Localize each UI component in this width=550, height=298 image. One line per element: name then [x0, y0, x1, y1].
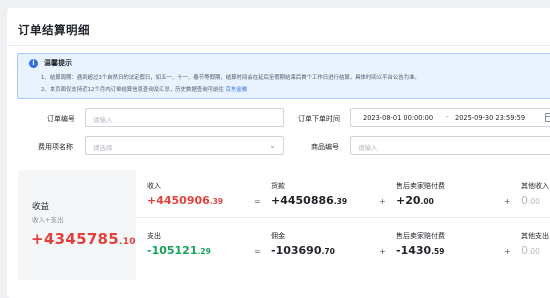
summary-total-block: 收益 收入+支出 +4345785.10 — [18, 170, 136, 280]
order-time-label: 订单下单时间 — [298, 115, 340, 123]
income-equals: = — [254, 197, 261, 206]
expense-after-sale-int: -1430 — [396, 244, 432, 257]
order-time-start[interactable]: 2023-08-01 00:00:00 — [363, 114, 433, 122]
page-title: 订单结算明细 — [18, 23, 90, 37]
goods-value: +4450886.39 — [271, 194, 347, 207]
goods-value-dec: .39 — [333, 197, 348, 206]
income-after-sale-dec: .00 — [420, 197, 434, 206]
goods-label: 货款 — [271, 182, 285, 190]
order-time-end[interactable]: 2025-09-30 23:59:59 — [455, 114, 525, 122]
fee-item-placeholder: 请选择 — [93, 144, 113, 152]
notice-title: 温馨提示 — [44, 59, 72, 67]
income-after-sale-label: 售后卖家赔付费 — [396, 182, 445, 190]
other-income-label: 其他收入 — [521, 182, 549, 190]
calendar-icon[interactable] — [545, 113, 550, 122]
fee-item-select[interactable]: 请选择 ⌄ — [85, 136, 284, 155]
other-expense-value: 0.00 — [521, 244, 540, 257]
notice-banner: i 温馨提示 1、结算周期：遇到超过3个自然日的法定假日，如五一、十一、春节等假… — [17, 53, 550, 99]
income-after-sale-int: +20 — [396, 194, 421, 207]
expense-plus-2: + — [504, 247, 511, 256]
product-no-input[interactable]: 请输入 — [350, 136, 550, 155]
other-income-value: 0.00 — [521, 194, 540, 207]
product-no-placeholder: 请输入 — [358, 144, 378, 152]
income-value-dec: .39 — [209, 197, 224, 206]
other-income-dec: .00 — [528, 197, 540, 206]
summary-label: 收益 — [32, 202, 50, 212]
order-no-input[interactable]: 请输入 — [85, 108, 284, 127]
expense-plus-1: + — [379, 247, 386, 256]
expense-after-sale-label: 售后卖家赔付费 — [396, 232, 445, 240]
notice-line-2: 2、本页面仅支持近12个月内订单结算信息查询及汇总，历史数据查询可前往 京东金融 — [41, 85, 247, 93]
summary-subtitle: 收入+支出 — [32, 216, 64, 224]
other-expense-label: 其他支出 — [521, 232, 549, 240]
chevron-down-icon: ⌄ — [269, 141, 276, 150]
commission-value-dec: .70 — [321, 247, 335, 256]
order-no-label: 订单编号 — [47, 115, 75, 123]
expense-value: -105121.29 — [147, 244, 211, 257]
expense-value-int: -105121 — [147, 244, 198, 257]
summary-total-value: +4345785.10 — [31, 230, 136, 248]
product-no-label: 商品编号 — [311, 143, 339, 151]
commission-value-int: -103690 — [271, 244, 322, 257]
summary-panel: 收益 收入+支出 +4345785.10 收入 +4450906.39 = 货款… — [18, 170, 550, 280]
expense-equals: = — [254, 247, 261, 256]
summary-breakdown — [136, 170, 550, 280]
notice-line-1: 1、结算周期：遇到超过3个自然日的法定假日，如五一、十一、春节等假期，结算时间会… — [41, 75, 420, 81]
expense-value-dec: .29 — [197, 247, 211, 256]
summary-total-int: +4345785 — [31, 230, 120, 248]
expense-label: 支出 — [147, 232, 161, 240]
order-no-placeholder: 请输入 — [93, 116, 113, 124]
order-time-separator: - — [446, 113, 449, 121]
income-value-int: +4450906 — [147, 194, 210, 207]
jd-finance-link[interactable]: 京东金融 — [226, 87, 248, 93]
title-divider — [7, 45, 550, 46]
expense-after-sale-value: -1430.59 — [396, 244, 444, 257]
fee-item-label: 费用项名称 — [38, 143, 73, 151]
other-expense-int: 0 — [521, 244, 528, 257]
commission-value: -103690.70 — [271, 244, 335, 257]
other-income-int: 0 — [521, 194, 528, 207]
income-plus-1: + — [379, 197, 386, 206]
info-icon: i — [29, 59, 38, 68]
notice-line-2-text: 2、本页面仅支持近12个月内订单结算信息查询及汇总，历史数据查询可前往 — [41, 87, 224, 93]
summary-total-dec: .10 — [119, 237, 136, 247]
income-label: 收入 — [147, 182, 161, 190]
page: 订单结算明细 i 温馨提示 1、结算周期：遇到超过3个自然日的法定假日，如五一、… — [0, 0, 550, 298]
breakdown-row-divider — [136, 217, 550, 218]
expense-after-sale-dec: .59 — [431, 247, 445, 256]
income-value: +4450906.39 — [147, 194, 223, 207]
income-plus-2: + — [504, 197, 511, 206]
commission-label: 佣金 — [271, 232, 285, 240]
income-after-sale-value: +20.00 — [396, 194, 434, 207]
goods-value-int: +4450886 — [271, 194, 334, 207]
other-expense-dec: .00 — [528, 247, 540, 256]
order-time-range[interactable]: 2023-08-01 00:00:00 - 2025-09-30 23:59:5… — [350, 108, 550, 127]
